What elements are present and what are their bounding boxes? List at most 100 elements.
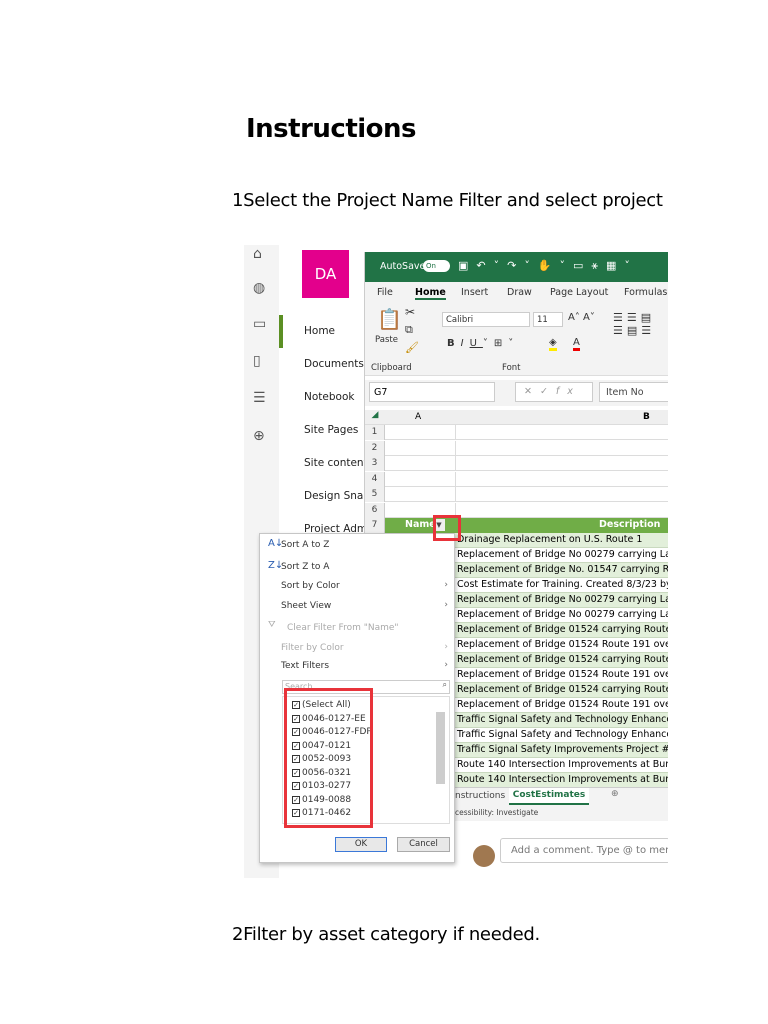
sort-z-to-a[interactable]: Sort Z to A: [281, 562, 329, 572]
chevron-right-icon: ›: [444, 642, 448, 652]
row-number[interactable]: 2: [365, 440, 385, 456]
step-text: Select the Project Name Filter and selec…: [243, 190, 663, 211]
fill-color-icon[interactable]: ◈: [549, 337, 557, 351]
nav-home[interactable]: Home: [304, 325, 335, 337]
cancel-button[interactable]: Cancel: [397, 837, 450, 852]
grid-row: 1: [365, 425, 668, 440]
description-cell[interactable]: Replacement of Bridge 01524 Route 191 ov…: [455, 698, 668, 713]
description-cell[interactable]: Route 140 Intersection Improvements at B…: [455, 758, 668, 773]
quick-access-icons[interactable]: ▣↶˅↷˅✋˅▭⚹▦˅: [458, 259, 638, 273]
paste-label[interactable]: Paste: [375, 335, 398, 345]
row-number[interactable]: 6: [365, 502, 385, 518]
column-a-header[interactable]: A: [415, 412, 421, 422]
cut-icon[interactable]: ✂: [405, 305, 415, 319]
description-cell[interactable]: Replacement of Bridge No. 01547 carrying…: [455, 563, 668, 578]
row-number[interactable]: 3: [365, 456, 385, 471]
list-icon[interactable]: ☰: [253, 390, 266, 406]
step-text: Filter by asset category if needed.: [243, 924, 540, 945]
ribbon-tabs: File Home Insert Draw Page Layout Formul…: [365, 282, 668, 303]
alignment-icons[interactable]: ☰☰▤ ☰▤☰: [613, 311, 655, 337]
cell-divider: [455, 425, 456, 440]
tab-draw[interactable]: Draw: [507, 287, 532, 298]
highlight-box: [284, 688, 373, 828]
description-cell[interactable]: Traffic Signal Safety and Technology Enh…: [455, 728, 668, 743]
cell-divider: [455, 487, 456, 502]
description-cell[interactable]: Replacement of Bridge 01524 carrying Rou…: [455, 683, 668, 698]
font-name-select[interactable]: Calibri: [442, 312, 530, 327]
font-grow-shrink-icons[interactable]: A˄ A˅: [568, 312, 595, 323]
row-number[interactable]: 1: [365, 425, 385, 440]
font-color-icon[interactable]: A: [573, 337, 580, 351]
format-painter-icon[interactable]: 🖌: [405, 341, 419, 354]
paste-icon[interactable]: 📋: [377, 307, 402, 331]
sheet-view[interactable]: Sheet View: [281, 601, 331, 611]
name-box[interactable]: G7: [369, 382, 495, 402]
step-2: 2Filter by asset category if needed.: [232, 924, 540, 945]
group-clipboard: Clipboard: [371, 363, 412, 373]
list-scrollbar[interactable]: [436, 712, 445, 784]
grid-row: 2: [365, 440, 668, 456]
nav-notebook[interactable]: Notebook: [304, 391, 354, 403]
add-sheet-icon[interactable]: ⊕: [611, 789, 619, 799]
tab-formulas[interactable]: Formulas: [624, 287, 667, 298]
tab-page-layout[interactable]: Page Layout: [550, 287, 608, 298]
autosave-toggle[interactable]: On: [423, 260, 450, 272]
row-number[interactable]: 5: [365, 487, 385, 502]
ok-button[interactable]: OK: [335, 837, 387, 852]
ribbon: 📋 Paste ✂ ⧉ 🖌 Clipboard Calibri 11 A˄ A˅…: [365, 303, 668, 376]
sort-by-color[interactable]: Sort by Color: [281, 581, 340, 591]
chevron-right-icon: ›: [444, 660, 448, 670]
description-cell[interactable]: Replacement of Bridge 01524 Route 191 ov…: [455, 668, 668, 683]
formula-input[interactable]: Item No: [599, 382, 668, 402]
row-number[interactable]: 7: [365, 518, 385, 533]
page-heading: Instructions: [246, 114, 417, 144]
grid-row: 3: [365, 456, 668, 471]
row-number[interactable]: 4: [365, 471, 385, 487]
description-cell[interactable]: Traffic Signal Safety and Technology Enh…: [455, 713, 668, 728]
user-avatar: [473, 845, 495, 867]
column-b-header[interactable]: B: [643, 412, 650, 422]
tab-home[interactable]: Home: [415, 287, 446, 300]
embedded-screenshot: ⌂ ◍ ▭ ▯ ☰ ⊕ DA Home Documents Notebook S…: [244, 245, 668, 878]
nav-site-contents[interactable]: Site contents: [304, 457, 373, 469]
sheet-tab-costestimates[interactable]: CostEstimates: [509, 788, 589, 805]
copy-icon[interactable]: ⧉: [405, 323, 413, 337]
add-icon[interactable]: ⊕: [253, 428, 265, 444]
autosave-label: AutoSave: [380, 261, 426, 272]
cell-divider: [455, 440, 456, 456]
description-cell[interactable]: Replacement of Bridge No 00279 carrying …: [455, 548, 668, 563]
description-cell[interactable]: Replacement of Bridge 01524 carrying Rou…: [455, 653, 668, 668]
description-cell[interactable]: Replacement of Bridge 01524 Route 191 ov…: [455, 638, 668, 653]
cell-divider: [455, 456, 456, 471]
site-avatar: DA: [302, 250, 349, 298]
clear-filter[interactable]: Clear Filter From "Name": [287, 623, 399, 633]
tab-file[interactable]: File: [377, 287, 393, 298]
nav-documents[interactable]: Documents: [304, 358, 364, 370]
description-cell[interactable]: Drainage Replacement on U.S. Route 1: [455, 533, 668, 548]
grid-row: 5: [365, 487, 668, 502]
home-icon[interactable]: ⌂: [253, 246, 262, 262]
description-cell[interactable]: Replacement of Bridge No 00279 carrying …: [455, 593, 668, 608]
globe-icon[interactable]: ◍: [253, 280, 265, 296]
filter-by-color[interactable]: Filter by Color: [281, 643, 344, 653]
description-cell[interactable]: Route 140 Intersection Improvements at B…: [455, 773, 668, 788]
text-filters[interactable]: Text Filters: [281, 661, 329, 671]
document-icon[interactable]: ▯: [253, 353, 261, 369]
description-cell[interactable]: Cost Estimate for Training. Created 8/3/…: [455, 578, 668, 593]
font-format-icons[interactable]: BIU˅⊞˅: [447, 338, 519, 349]
description-cell[interactable]: Replacement of Bridge No 00279 carrying …: [455, 608, 668, 623]
sheet-tab-instructions[interactable]: nstructions: [455, 791, 505, 801]
tab-insert[interactable]: Insert: [461, 287, 488, 298]
description-cell[interactable]: Replacement of Bridge 01524 carrying Rou…: [455, 623, 668, 638]
highlight-filter-button: [433, 515, 461, 541]
comment-input[interactable]: Add a comment. Type @ to mentio: [500, 838, 668, 863]
step-number: 1: [232, 190, 244, 211]
description-cell[interactable]: Traffic Signal Safety Improvements Proje…: [455, 743, 668, 758]
select-all-corner[interactable]: ◢: [365, 410, 385, 420]
nav-site-pages[interactable]: Site Pages: [304, 424, 358, 436]
news-icon[interactable]: ▭: [253, 316, 266, 332]
sort-a-to-z[interactable]: Sort A to Z: [281, 540, 329, 550]
font-size-select[interactable]: 11: [533, 312, 563, 327]
search-icon: ⌕: [442, 680, 447, 689]
formula-buttons[interactable]: ✕✓fx: [515, 382, 593, 402]
